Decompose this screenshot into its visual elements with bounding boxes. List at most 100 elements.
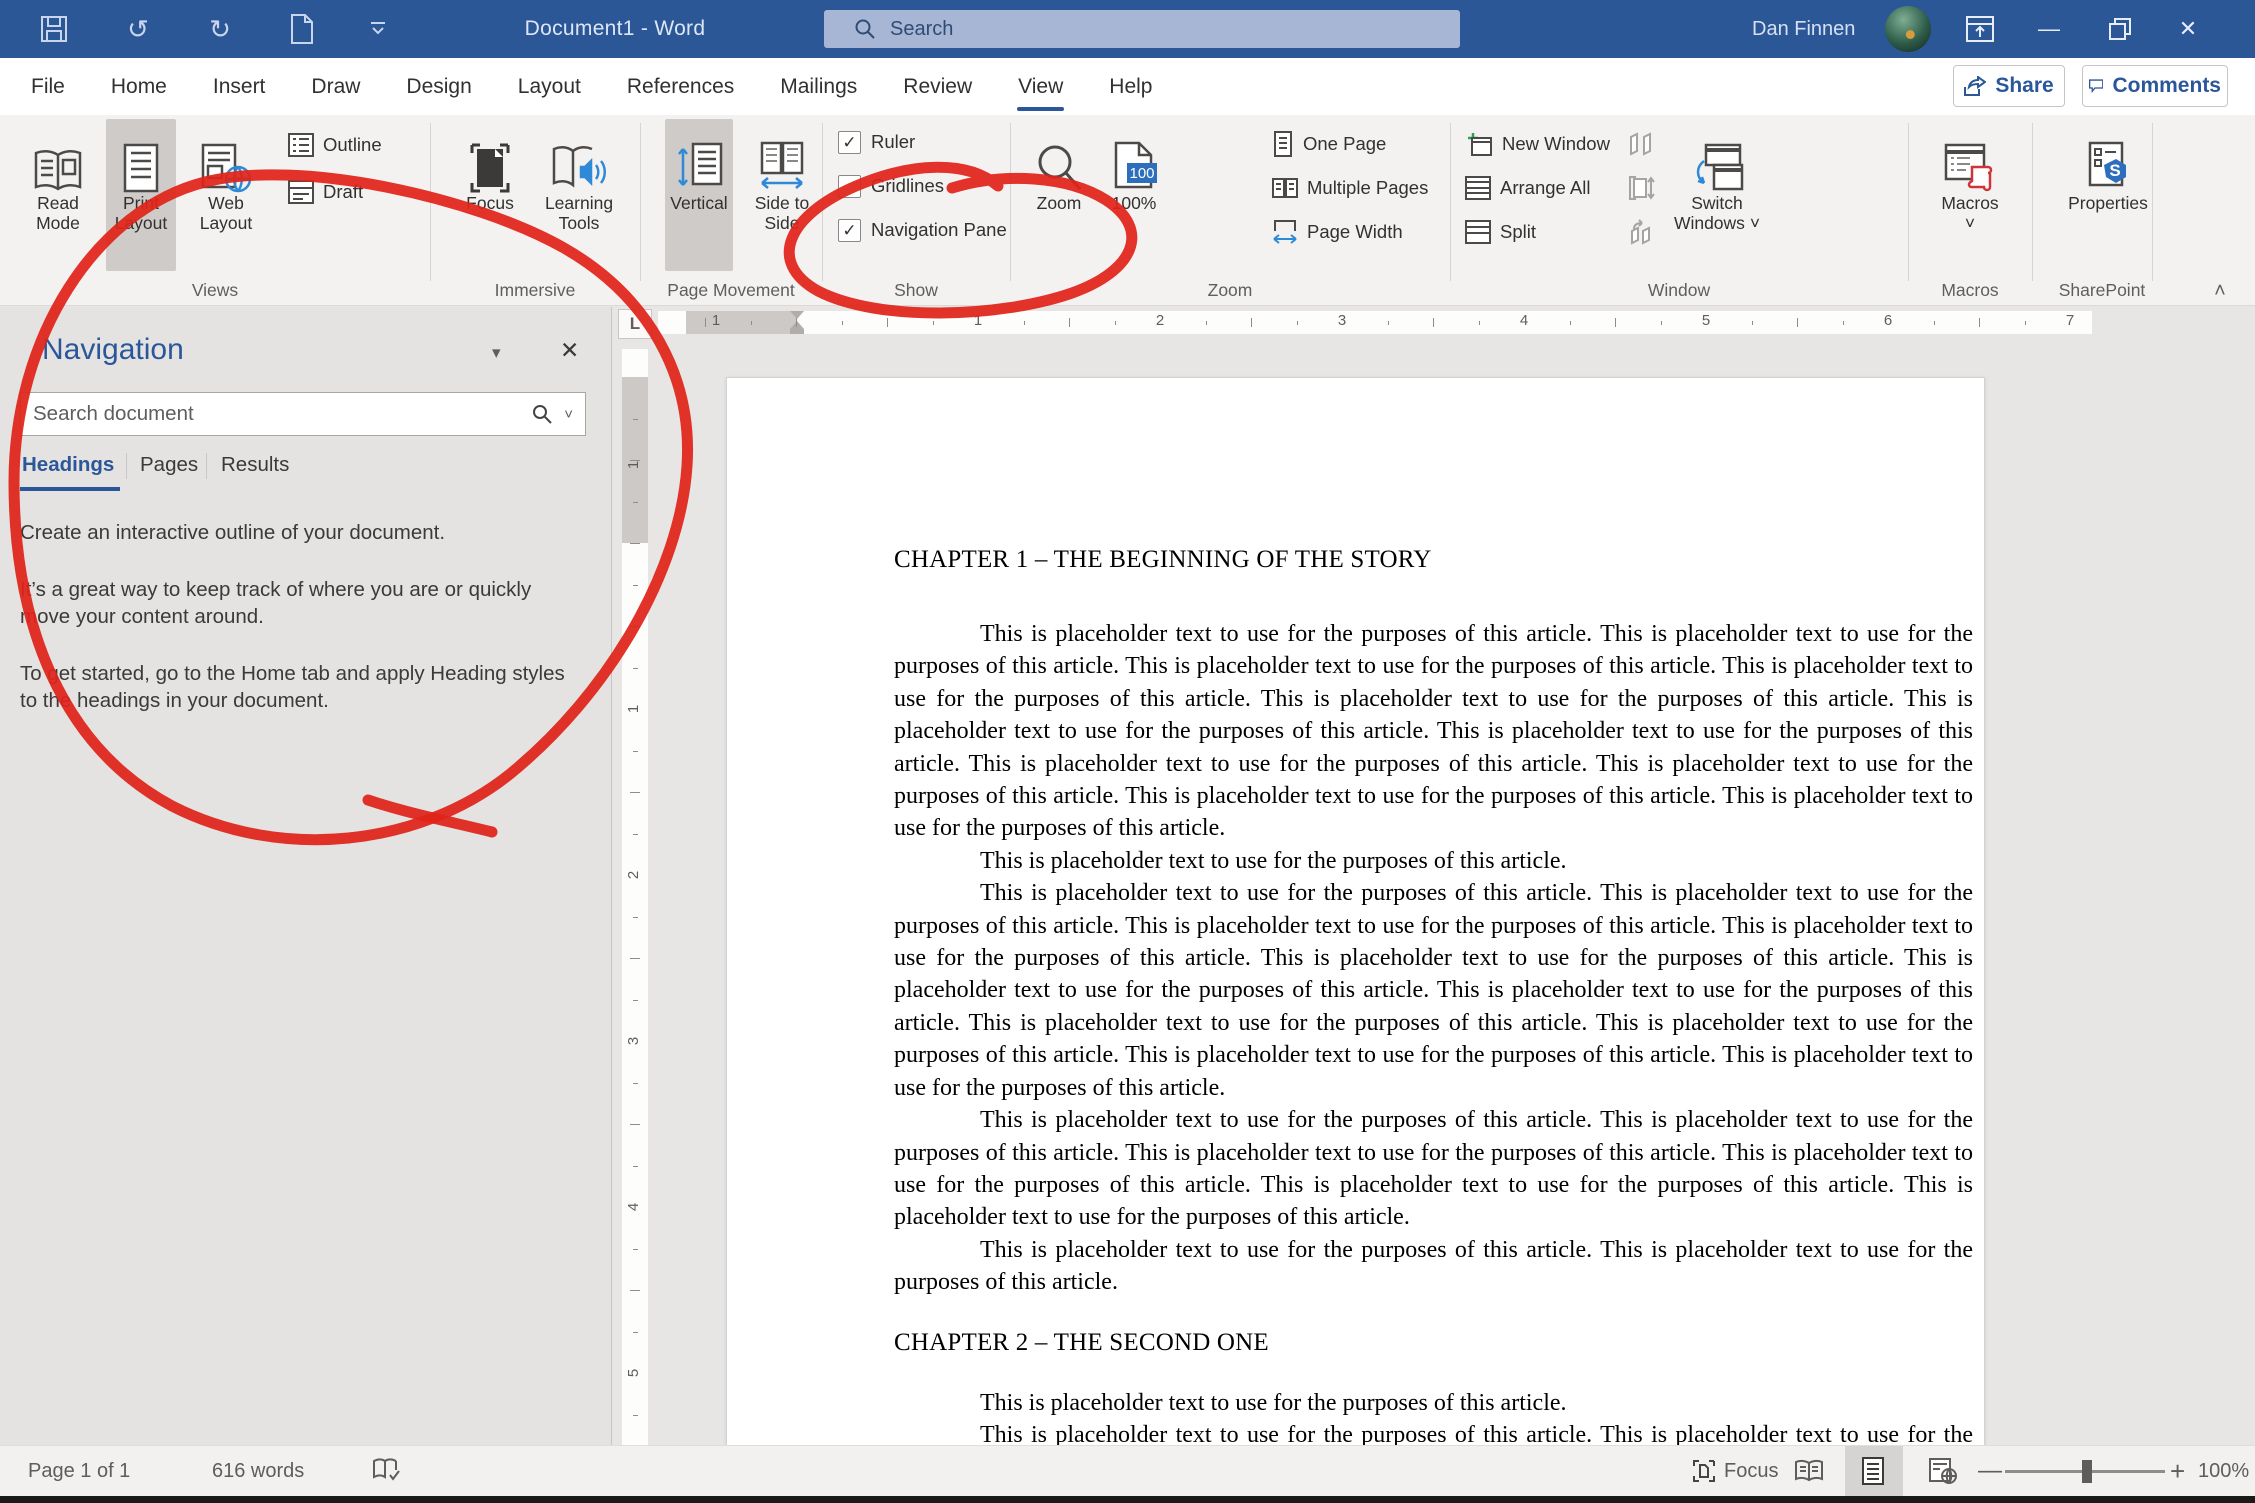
vertical-ruler[interactable]: 1 2 3 4 5 1 xyxy=(622,349,648,1445)
document-paragraph[interactable]: This is placeholder text to use for the … xyxy=(894,1419,1973,1445)
comments-button[interactable]: Comments xyxy=(2082,65,2228,107)
menu-tab-insert[interactable]: Insert xyxy=(190,58,289,115)
switch-windows-chevron-icon: ˅ xyxy=(1749,213,1761,233)
navigation-pane: Navigation ▾ ✕ Search document ˅ Heading… xyxy=(0,307,612,1445)
show-option-gridlines[interactable]: Gridlines xyxy=(838,173,944,199)
properties-button[interactable]: S Properties xyxy=(2062,119,2154,271)
customize-quick-access-toolbar-icon[interactable] xyxy=(358,0,398,58)
zoom-100-icon: 100 xyxy=(1098,119,1170,193)
read-mode-view-button[interactable] xyxy=(1794,1446,1824,1496)
zoom-slider-thumb[interactable] xyxy=(2082,1460,2092,1483)
one-page-button[interactable]: One Page xyxy=(1272,129,1386,159)
focus-icon xyxy=(1693,1460,1715,1482)
navigation-search-input[interactable]: Search document ˅ xyxy=(20,392,586,436)
menu-tab-help[interactable]: Help xyxy=(1086,58,1175,115)
checkbox-icon[interactable]: ✓ xyxy=(838,130,861,154)
document-paragraph[interactable]: This is placeholder text to use for the … xyxy=(894,877,1973,1104)
save-icon[interactable] xyxy=(28,0,80,58)
outline-button[interactable]: Outline xyxy=(288,130,382,160)
menu-tab-review[interactable]: Review xyxy=(880,58,995,115)
menu-tab-view[interactable]: View xyxy=(995,58,1086,115)
tab-selector[interactable]: L xyxy=(618,309,652,339)
ruler-tick xyxy=(1933,320,1935,325)
ruler-tick xyxy=(1569,320,1571,325)
restore-button[interactable] xyxy=(2088,0,2152,58)
zoom-button[interactable]: Zoom xyxy=(1022,119,1096,271)
zoom-in-button[interactable]: + xyxy=(2170,1446,2185,1496)
views-group-label: Views xyxy=(191,280,239,300)
split-button[interactable]: Split xyxy=(1465,217,1536,247)
ruler-tick xyxy=(1387,320,1389,325)
print-layout-button[interactable]: Print Layout xyxy=(106,119,176,271)
document-paragraph[interactable]: This is placeholder text to use for the … xyxy=(894,618,1973,845)
menu-tab-references[interactable]: References xyxy=(604,58,757,115)
navigation-pane-options-icon[interactable]: ▾ xyxy=(492,343,501,363)
ruler-tick xyxy=(630,792,640,793)
new-window-button[interactable]: New Window xyxy=(1465,129,1610,159)
svg-text:100: 100 xyxy=(1129,165,1154,182)
checkbox-icon[interactable] xyxy=(838,174,861,198)
nav-tab-pages[interactable]: Pages xyxy=(140,453,198,477)
undo-icon[interactable]: ↺ xyxy=(112,0,164,58)
read-mode-button[interactable]: Read Mode xyxy=(22,119,94,271)
user-avatar[interactable] xyxy=(1885,6,1931,52)
switch-windows-button[interactable]: Switch Windows ˅ xyxy=(1668,119,1766,271)
document-page[interactable]: CHAPTER 1 – THE BEGINNING OF THE STORY T… xyxy=(726,377,1985,1445)
web-layout-button[interactable]: Web Layout xyxy=(188,119,264,271)
search-options-chevron-icon[interactable]: ˅ xyxy=(564,406,573,423)
ribbon-display-options-icon[interactable] xyxy=(1948,0,2012,58)
menu-tab-layout[interactable]: Layout xyxy=(495,58,604,115)
zoom-percentage[interactable]: 100% xyxy=(2198,1446,2249,1496)
reset-window-position-icon[interactable] xyxy=(1628,217,1656,247)
view-side-by-side-icon[interactable] xyxy=(1628,129,1656,159)
proofing-status-icon[interactable] xyxy=(372,1446,400,1496)
focus-button[interactable]: Focus xyxy=(452,119,528,271)
synchronous-scrolling-icon[interactable] xyxy=(1628,173,1656,203)
vertical-button[interactable]: Vertical xyxy=(665,119,733,271)
web-layout-view-button[interactable] xyxy=(1928,1446,1958,1496)
navigation-pane-close-icon[interactable]: ✕ xyxy=(560,337,579,364)
document-paragraph[interactable]: This is placeholder text to use for the … xyxy=(894,845,1973,877)
menu-tab-design[interactable]: Design xyxy=(383,58,494,115)
menu-tab-mailings[interactable]: Mailings xyxy=(757,58,880,115)
learning-tools-button[interactable]: Learning Tools xyxy=(532,119,626,271)
menu-tab-home[interactable]: Home xyxy=(88,58,190,115)
share-button[interactable]: Share xyxy=(1953,65,2065,107)
ruler-tick xyxy=(632,999,638,1001)
horizontal-ruler[interactable]: 1 2 3 4 5 6 7 1 xyxy=(658,311,2092,334)
draft-button[interactable]: Draft xyxy=(288,177,363,207)
macros-button[interactable]: Macros ˅ xyxy=(1930,119,2010,271)
titlebar-search-box[interactable]: Search xyxy=(824,10,1460,48)
redo-icon[interactable]: ↻ xyxy=(194,0,246,58)
show-option-navigation-pane[interactable]: ✓ Navigation Pane xyxy=(838,217,1007,243)
focus-mode-button[interactable]: Focus xyxy=(1692,1446,1778,1496)
document-paragraph[interactable]: This is placeholder text to use for the … xyxy=(894,1387,1973,1419)
print-layout-view-button[interactable] xyxy=(1860,1446,1886,1496)
show-option-ruler[interactable]: ✓ Ruler xyxy=(838,129,915,155)
indent-markers[interactable] xyxy=(790,311,804,334)
side-to-side-button[interactable]: Side to Side xyxy=(740,119,824,271)
zoom-out-button[interactable]: — xyxy=(1978,1446,2002,1496)
menu-tab-draw[interactable]: Draw xyxy=(288,58,383,115)
nav-tab-headings[interactable]: Headings xyxy=(19,453,121,491)
new-document-icon[interactable] xyxy=(276,0,328,58)
collapse-ribbon-button[interactable]: ˄ xyxy=(2195,280,2245,302)
checkbox-icon[interactable]: ✓ xyxy=(838,218,861,242)
document-paragraphs: This is placeholder text to use for the … xyxy=(894,1387,1973,1445)
arrange-all-button[interactable]: Arrange All xyxy=(1465,173,1591,203)
status-bar: Page 1 of 1 616 words Focus — + 100% xyxy=(0,1445,2255,1503)
page-indicator[interactable]: Page 1 of 1 xyxy=(28,1446,130,1496)
close-button[interactable]: ✕ xyxy=(2156,0,2220,58)
multiple-pages-button[interactable]: Multiple Pages xyxy=(1272,173,1428,203)
page-width-button[interactable]: Page Width xyxy=(1272,217,1403,247)
word-count[interactable]: 616 words xyxy=(212,1446,304,1496)
nav-tab-results[interactable]: Results xyxy=(221,453,289,477)
document-paragraph[interactable]: This is placeholder text to use for the … xyxy=(894,1234,1973,1299)
search-icon[interactable] xyxy=(532,404,552,424)
menu-tab-file[interactable]: File xyxy=(8,58,88,115)
ribbon-tab-bar: File Home Insert Draw Design Layout References… xyxy=(0,58,2255,116)
account-name[interactable]: Dan Finnen xyxy=(1752,0,1855,58)
document-paragraph[interactable]: This is placeholder text to use for the … xyxy=(894,1104,1973,1234)
zoom-100-button[interactable]: 100 100% xyxy=(1098,119,1170,271)
minimize-button[interactable]: — xyxy=(2017,0,2081,58)
